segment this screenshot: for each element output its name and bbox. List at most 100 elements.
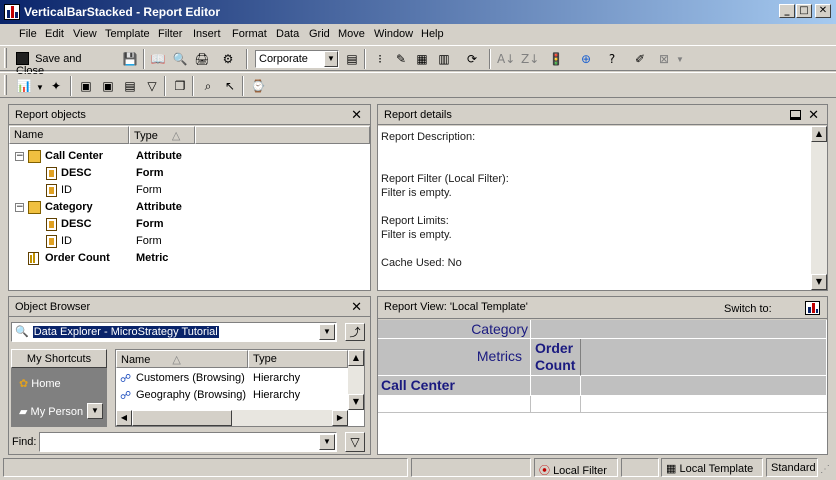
save-icon-button[interactable]: 💾 bbox=[120, 49, 140, 69]
toolbar-grip[interactable] bbox=[4, 75, 7, 95]
sql-icon[interactable]: ▤ bbox=[120, 76, 140, 96]
column-header-name[interactable]: Name △ bbox=[116, 350, 248, 368]
scroll-down-icon[interactable]: ▼ bbox=[811, 274, 827, 290]
minimize-panel-icon[interactable] bbox=[790, 110, 801, 120]
table-icon[interactable]: ▥ bbox=[434, 49, 454, 69]
shortcuts-dropdown-icon[interactable]: ▼ bbox=[87, 403, 103, 419]
copy-icon[interactable]: ❐ bbox=[170, 76, 190, 96]
row-attribute-header[interactable]: Call Center bbox=[378, 376, 531, 396]
menu-insert[interactable]: Insert bbox=[193, 28, 221, 40]
sort-descending-icon[interactable]: Z↓ bbox=[520, 49, 540, 69]
menu-move[interactable]: Move bbox=[338, 28, 365, 40]
highlight-icon[interactable]: ✎ bbox=[391, 49, 411, 69]
list-item[interactable]: Geography (Browsing) bbox=[136, 387, 246, 404]
tree-item-name[interactable]: ID bbox=[61, 233, 72, 250]
options-icon[interactable]: ⊠ bbox=[654, 49, 674, 69]
local-filter-label: Local Filter bbox=[553, 465, 607, 477]
grid-layout-icon[interactable]: ▦ bbox=[412, 49, 432, 69]
list-item-type: Hierarchy bbox=[253, 389, 301, 401]
tree-item-name[interactable]: DESC bbox=[61, 165, 92, 182]
traffic-light-icon[interactable]: 🚦 bbox=[546, 49, 566, 69]
details-scrollbar[interactable]: ▲ ▼ bbox=[811, 126, 827, 290]
close-icon[interactable]: ✕ bbox=[351, 108, 362, 123]
list-vscrollbar[interactable]: ▲ ▼ bbox=[348, 350, 364, 410]
print-preview-icon[interactable]: 🔍 bbox=[170, 49, 190, 69]
column-header-name[interactable]: Name bbox=[9, 126, 129, 144]
menu-filter[interactable]: Filter bbox=[158, 28, 182, 40]
toolbar-grip[interactable] bbox=[4, 48, 7, 68]
help-cursor-icon[interactable]: ? bbox=[602, 49, 622, 69]
menu-window[interactable]: Window bbox=[374, 28, 413, 40]
sort-ascending-icon[interactable]: A↓ bbox=[496, 49, 516, 69]
wizard-icon[interactable]: ✦ bbox=[46, 76, 66, 96]
add-icon[interactable]: ⊕ bbox=[576, 49, 596, 69]
graph-view-icon[interactable] bbox=[805, 301, 820, 315]
refresh-icon[interactable]: ⟳ bbox=[462, 49, 482, 69]
format-icon[interactable]: ⁝ bbox=[370, 49, 390, 69]
filter-editor-icon[interactable]: ▽ bbox=[142, 76, 162, 96]
menu-help[interactable]: Help bbox=[421, 28, 444, 40]
print-icon[interactable]: 🖨 bbox=[192, 49, 212, 69]
scroll-up-icon[interactable]: ▲ bbox=[811, 126, 827, 142]
maximize-button[interactable]: □ bbox=[796, 4, 812, 18]
tree-item-name[interactable]: Call Center bbox=[45, 148, 103, 165]
cursor-icon[interactable]: ↖ bbox=[220, 76, 240, 96]
resize-grip-icon[interactable]: ⋰ bbox=[820, 464, 834, 478]
column-attribute-header[interactable]: Category bbox=[378, 320, 531, 339]
local-template-status[interactable]: ▦ Local Template bbox=[661, 458, 763, 477]
edit-icon[interactable]: ✐ bbox=[630, 49, 650, 69]
collapse-icon[interactable]: − bbox=[15, 152, 24, 161]
open-book-icon[interactable]: 📖 bbox=[148, 49, 168, 69]
chevron-down-icon[interactable]: ▼ bbox=[319, 434, 335, 450]
close-icon[interactable]: ✕ bbox=[351, 300, 362, 315]
chevron-down-icon[interactable]: ▼ bbox=[319, 324, 335, 340]
page-icon[interactable]: ▤ bbox=[342, 49, 362, 69]
source-select[interactable]: 🔍 Data Explorer - MicroStrategy Tutorial … bbox=[11, 322, 337, 342]
local-filter-status[interactable]: ⦿ Local Filter bbox=[534, 458, 618, 477]
properties-icon[interactable]: ⚙ bbox=[218, 49, 238, 69]
list-item[interactable]: Customers (Browsing) bbox=[136, 370, 245, 387]
scroll-left-icon[interactable]: ◀ bbox=[116, 410, 132, 426]
menu-edit[interactable]: Edit bbox=[45, 28, 64, 40]
list-hscrollbar[interactable]: ◀ ▶ bbox=[116, 410, 348, 426]
tree-item-name[interactable]: Category bbox=[45, 199, 93, 216]
shortcut-home[interactable]: ✿ Home bbox=[19, 377, 61, 390]
menu-view[interactable]: View bbox=[73, 28, 97, 40]
attribute-icon[interactable]: ▣ bbox=[76, 76, 96, 96]
save-close-button[interactable]: Save and Close bbox=[14, 49, 114, 77]
shortcut-personal[interactable]: ▰ My Person bbox=[19, 405, 89, 418]
close-icon[interactable]: ✕ bbox=[808, 108, 819, 123]
zoom-icon[interactable]: ⌕ bbox=[198, 76, 218, 96]
scroll-down-icon[interactable]: ▼ bbox=[348, 394, 364, 410]
tree-item-name[interactable]: DESC bbox=[61, 216, 92, 233]
scroll-thumb[interactable] bbox=[132, 410, 232, 426]
minimize-button[interactable]: _ bbox=[779, 4, 795, 18]
menu-format[interactable]: Format bbox=[232, 28, 267, 40]
my-shortcuts-button[interactable]: My Shortcuts bbox=[11, 349, 107, 368]
template-style-select[interactable]: Corporate ▼ bbox=[255, 50, 339, 68]
form-icon bbox=[46, 167, 57, 180]
menu-template[interactable]: Template bbox=[105, 28, 150, 40]
filter-funnel-icon[interactable]: ▽ bbox=[345, 432, 365, 452]
metrics-header[interactable]: Metrics bbox=[378, 339, 531, 376]
time-icon[interactable]: ⌚ bbox=[248, 76, 268, 96]
metric-icon[interactable]: ▣ bbox=[98, 76, 118, 96]
menu-grid[interactable]: Grid bbox=[309, 28, 330, 40]
find-input[interactable]: ▼ bbox=[39, 432, 337, 452]
tree-item-name[interactable]: Order Count bbox=[45, 250, 110, 267]
tree-item-name[interactable]: ID bbox=[61, 182, 72, 199]
close-button[interactable]: ✕ bbox=[815, 4, 831, 18]
graph-icon[interactable]: 📊 bbox=[14, 76, 34, 96]
collapse-icon[interactable]: − bbox=[15, 203, 24, 212]
options-dropdown-icon[interactable]: ▼ bbox=[676, 55, 684, 64]
column-header-type[interactable]: Type △ bbox=[129, 126, 195, 144]
scroll-up-icon[interactable]: ▲ bbox=[348, 350, 364, 366]
scroll-right-icon[interactable]: ▶ bbox=[332, 410, 348, 426]
metric-header-order-count[interactable]: Order Count bbox=[531, 339, 581, 376]
menu-file[interactable]: File bbox=[19, 28, 37, 40]
chevron-down-icon[interactable]: ▼ bbox=[324, 51, 338, 67]
menu-data[interactable]: Data bbox=[276, 28, 299, 40]
column-header-type[interactable]: Type bbox=[248, 350, 348, 368]
folder-up-button[interactable]: ⤴ bbox=[345, 323, 365, 341]
graph-dropdown-icon[interactable]: ▼ bbox=[36, 83, 44, 92]
